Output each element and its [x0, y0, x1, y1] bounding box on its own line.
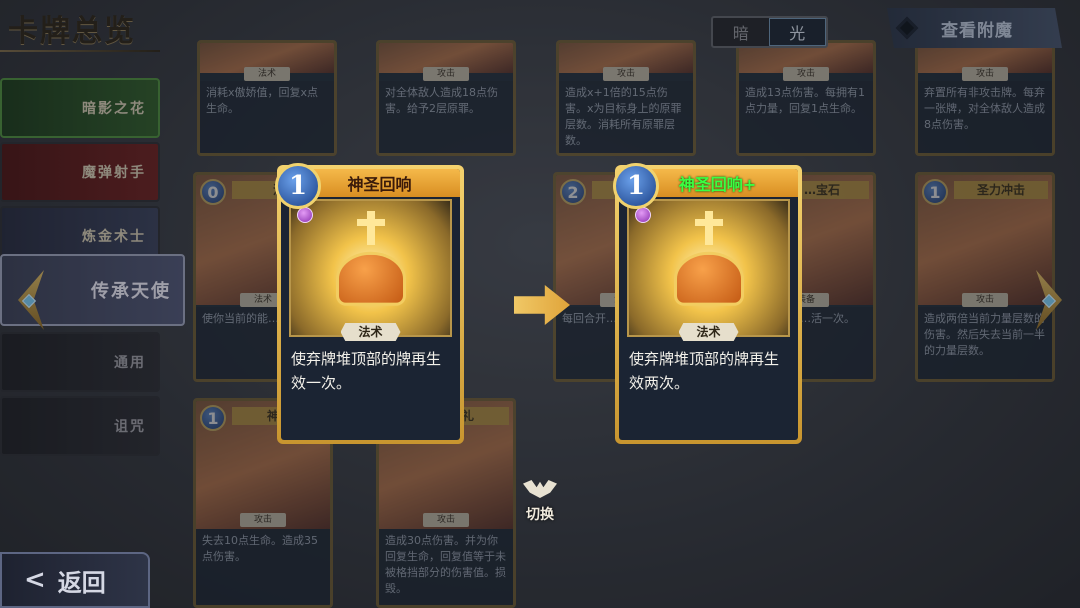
card-text: 对全体敌人造成18点伤害。给予2层原罪。 — [379, 81, 513, 153]
sidebar-item-label: 炼金术士 — [82, 229, 146, 245]
toggle-dark[interactable]: 暗 — [713, 18, 769, 46]
chevron-left-icon: < — [24, 565, 46, 595]
grid-card[interactable]: 攻击 弃置所有非攻击牌。每弃一张牌，对全体敌人造成8点伤害。 — [915, 40, 1055, 156]
card-description: 使弃牌堆顶部的牌再生效一次。 — [291, 350, 442, 392]
grid-card[interactable]: 攻击 对全体敌人造成18点伤害。给予2层原罪。 — [376, 40, 516, 156]
sidebar-item-curse[interactable]: 诅咒 — [0, 396, 160, 456]
card-text: 消耗x傲娇值，回复x点生命。 — [200, 81, 334, 153]
card-text: 造成13点伤害。每拥有1点力量，回复1点生命。 — [739, 81, 873, 153]
cost-badge: 2 — [560, 179, 586, 205]
card-name: 圣力冲击 — [954, 181, 1048, 199]
card-type-tag: 攻击 — [603, 67, 649, 81]
page-title: 卡牌总览 — [8, 14, 136, 49]
energy-orb-icon — [297, 207, 313, 223]
card-type-tag: 攻击 — [423, 67, 469, 81]
cost-badge: 1 — [613, 163, 659, 209]
cost-badge: 1 — [275, 163, 321, 209]
card-type-tag: 攻击 — [240, 513, 286, 527]
switch-label: 切换 — [526, 507, 554, 523]
cost-badge: 1 — [200, 405, 226, 431]
cross-icon — [356, 211, 385, 245]
card-text: 造成两倍当前力量层数的伤害。然后失去当前一半的力量层数。 — [918, 307, 1052, 379]
card-type-tag: 攻击 — [423, 513, 469, 527]
card-type-tag: 攻击 — [783, 67, 829, 81]
grid-card[interactable]: 法术 消耗x傲娇值，回复x点生命。 — [197, 40, 337, 156]
card-type-tag: 法术 — [244, 67, 290, 81]
card-art — [289, 199, 452, 337]
grid-card[interactable]: 1 圣力冲击 攻击 造成两倍当前力量层数的伤害。然后失去当前一半的力量层数。 — [915, 172, 1055, 382]
card-name: 神圣回响 — [347, 175, 412, 194]
sidebar-item-label: 诅咒 — [114, 419, 146, 435]
dark-light-toggle[interactable]: 暗 光 — [711, 16, 828, 48]
card-text: 失去10点生命。造成35点伤害。 — [196, 529, 330, 605]
card-type-tag: 攻击 — [962, 293, 1008, 307]
card-name: 神圣回响+ — [678, 175, 757, 194]
energy-orb-icon — [635, 207, 651, 223]
card-preview-upgraded: 神圣回响+ 法术 使弃牌堆顶部的牌再生效两次。 1 — [613, 163, 802, 444]
sidebar-item-gunslinger[interactable]: 魔弹射手 — [0, 142, 160, 202]
sidebar-item-label: 魔弹射手 — [82, 165, 146, 181]
sidebar-item-shadow-flower[interactable]: 暗影之花 — [0, 78, 160, 138]
card-text: 弃置所有非攻击牌。每弃一张牌，对全体敌人造成8点伤害。 — [918, 81, 1052, 153]
sidebar-item-label: 传承天使 — [91, 281, 171, 302]
card-preview-base: 神圣回响 法术 使弃牌堆顶部的牌再生效一次。 1 — [275, 163, 464, 444]
card-type-tag: 法术 — [340, 323, 401, 341]
sidebar-item-label: 通用 — [114, 355, 146, 371]
view-enchant-label: 查看附魔 — [941, 20, 1013, 41]
toggle-light[interactable]: 光 — [768, 18, 826, 46]
cost-badge: 1 — [922, 179, 948, 205]
grid-card[interactable]: 攻击 造成x+1倍的15点伤害。x为目标身上的原罪层数。消耗所有原罪层数。 — [556, 40, 696, 156]
card-description: 使弃牌堆顶部的牌再生效两次。 — [629, 350, 780, 392]
card-text: 造成x+1倍的15点伤害。x为目标身上的原罪层数。消耗所有原罪层数。 — [559, 81, 693, 153]
sidebar-item-general[interactable]: 通用 — [0, 332, 160, 392]
bell-icon — [335, 251, 406, 306]
diamond-icon — [895, 16, 919, 40]
switch-button[interactable]: 切换 — [516, 480, 564, 526]
bat-wing-icon — [523, 480, 557, 498]
card-art — [627, 199, 790, 337]
back-label: 返回 — [57, 567, 106, 597]
title-underline — [0, 50, 160, 52]
card-text: 造成30点伤害。并为你回复生命，回复值等于未被格挡部分的伤害值。损毁。 — [379, 529, 513, 605]
cross-icon — [694, 211, 723, 245]
view-enchant-button[interactable]: 查看附魔 — [887, 8, 1062, 48]
cost-badge: 0 — [200, 179, 226, 205]
card-type-tag: 攻击 — [962, 67, 1008, 81]
back-button[interactable]: < 返回 — [0, 552, 150, 608]
grid-card[interactable]: 攻击 造成13点伤害。每拥有1点力量，回复1点生命。 — [736, 40, 876, 156]
bell-icon — [673, 251, 744, 306]
card-type-tag: 法术 — [678, 323, 739, 341]
sidebar-item-label: 暗影之花 — [82, 101, 146, 117]
